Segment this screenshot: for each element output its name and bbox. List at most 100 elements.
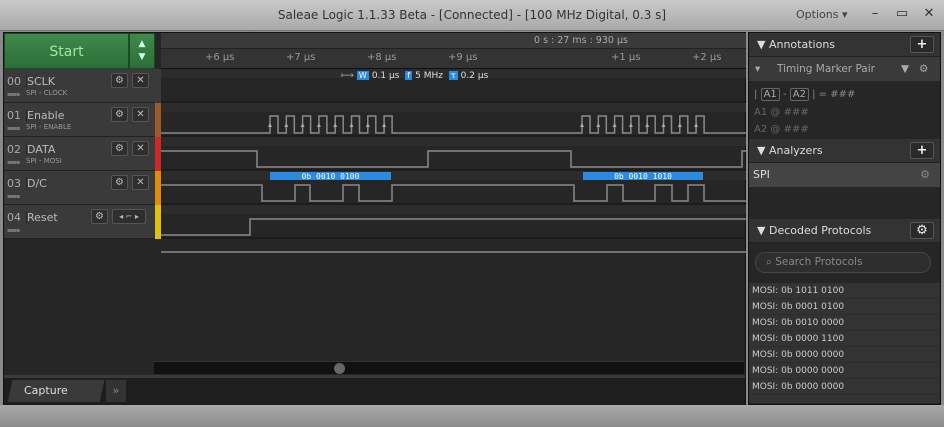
rising-edge-arrow-icon xyxy=(677,123,682,127)
analyzers-header[interactable]: ▼ Analyzers + xyxy=(749,139,940,163)
decoded-list[interactable]: MOSI: 0b 1011 0100 MOSI: 0b 0001 0100 MOSI… xyxy=(749,283,940,403)
horizontal-scrollbar[interactable] xyxy=(154,361,744,374)
channel-subtitle: SPI - MOSI xyxy=(26,157,62,165)
list-item[interactable]: MOSI: 0b 0001 0100 xyxy=(749,299,940,315)
channel-subtitle: SPI - CLOCK xyxy=(26,89,68,97)
period: 0.2 μs xyxy=(460,71,489,81)
capture-panel: Start ▲ ▼ 00 ▪▪▪▪ SCLK SPI - CLOCK ⚙ ✕ 01 … xyxy=(3,32,746,405)
analyzer-spi[interactable]: SPI ⚙ xyxy=(749,163,940,187)
channel-name[interactable]: DATA xyxy=(26,143,55,156)
channel-number: 03 xyxy=(7,177,21,190)
analyzer-label: SPI xyxy=(753,168,770,181)
gear-icon[interactable]: ⚙ xyxy=(919,57,928,81)
list-item[interactable]: MOSI: 0b 1011 0100 xyxy=(749,283,940,299)
waveform-area[interactable]: 0b 0010 0100 0b 0010 1010 xyxy=(161,69,746,369)
gear-icon[interactable]: ⚙ xyxy=(920,163,930,187)
rising-edge-arrow-icon xyxy=(694,123,699,127)
rising-edge-arrow-icon xyxy=(382,123,387,127)
rising-edge-arrow-icon xyxy=(365,123,370,127)
channel-name[interactable]: Enable xyxy=(26,109,64,122)
drag-handle-icon[interactable]: ▪▪▪▪ xyxy=(7,227,20,234)
channel-row[interactable]: 04 ▪▪▪▪ Reset ⚙ ◂ ⌐ ▸ xyxy=(4,205,155,239)
close-icon[interactable]: ✕ xyxy=(132,73,149,88)
width-icon: W xyxy=(356,71,369,80)
start-options-arrows[interactable]: ▲ ▼ xyxy=(129,33,155,69)
list-item[interactable]: MOSI: 0b 0000 0000 xyxy=(749,363,940,379)
rising-edge-arrow-icon xyxy=(316,123,321,127)
list-item[interactable]: MOSI: 0b 0000 1100 xyxy=(749,331,940,347)
row-header-band xyxy=(161,205,746,214)
channel-row[interactable]: 02 ▪▪▪▪ DATA SPI - MOSI ⚙ ✕ xyxy=(4,137,155,171)
drag-handle-icon[interactable]: ▪▪▪▪ xyxy=(7,193,20,200)
search-icon: ⌕ xyxy=(766,256,772,268)
rising-edge-arrow-icon xyxy=(645,123,650,127)
time-ruler[interactable]: 0 s : 27 ms : 930 μs +6 μs +7 μs +8 μs +… xyxy=(161,33,746,69)
channel-row[interactable]: 03 ▪▪▪▪ D/C ⚙ ✕ xyxy=(4,171,155,205)
annotations-header[interactable]: ▼ Annotations + xyxy=(749,33,940,57)
list-item[interactable]: MOSI: 0b 0000 0000 xyxy=(749,347,940,363)
search-protocols-input[interactable]: ⌕ Search Protocols xyxy=(755,252,931,273)
data-waveform xyxy=(161,184,746,202)
add-annotation-button[interactable]: + xyxy=(910,36,934,53)
capture-tab[interactable]: Capture xyxy=(7,380,105,402)
channel-subtitle: SPI - ENABLE xyxy=(26,123,72,131)
drag-handle-icon[interactable]: ▪▪▪▪ xyxy=(7,125,20,132)
row-header-band xyxy=(161,103,746,112)
rising-edge-arrow-icon xyxy=(596,123,601,127)
rising-edge-arrow-icon xyxy=(661,123,666,127)
dropdown-icon[interactable]: ▼ xyxy=(901,57,909,81)
channel-number: 02 xyxy=(7,143,21,156)
channel-number: 04 xyxy=(7,211,21,224)
tick-label: +6 μs xyxy=(205,52,235,63)
decoded-settings-button[interactable]: ⚙ xyxy=(910,222,934,239)
channel-row[interactable]: 00 ▪▪▪▪ SCLK SPI - CLOCK ⚙ ✕ xyxy=(4,69,155,103)
tick-label: +2 μs xyxy=(692,52,722,63)
close-icon[interactable]: ✕ xyxy=(132,107,149,122)
rising-edge-arrow-icon xyxy=(612,123,617,127)
marker-difference: | A1 - A2 | = ### xyxy=(754,88,856,101)
gear-icon[interactable]: ⚙ xyxy=(111,107,128,122)
minimize-button[interactable]: – xyxy=(862,4,888,24)
frequency: 5 MHz xyxy=(415,71,443,81)
decoded-header[interactable]: ▼ Decoded Protocols ⚙ xyxy=(749,219,940,243)
maximize-button[interactable]: ▭ xyxy=(889,4,915,24)
side-panel: ▼ Annotations + ▾ Timing Marker Pair ▼ ⚙ … xyxy=(748,32,941,405)
analyzers-title: Analyzers xyxy=(768,144,823,157)
enable-waveform xyxy=(161,150,746,168)
scroll-thumb[interactable] xyxy=(334,363,345,374)
list-item[interactable]: MOSI: 0b 0010 0000 xyxy=(749,315,940,331)
timing-marker-label: Timing Marker Pair xyxy=(777,63,875,75)
channel-name[interactable]: SCLK xyxy=(26,75,55,88)
drag-handle-icon[interactable]: ▪▪▪▪ xyxy=(7,91,20,98)
more-tabs-button[interactable]: » xyxy=(106,380,126,402)
close-button[interactable]: ✕ xyxy=(916,4,942,24)
tick-label: +9 μs xyxy=(448,52,478,63)
gear-icon[interactable]: ⚙ xyxy=(111,73,128,88)
channel-name[interactable]: D/C xyxy=(26,177,47,190)
options-menu[interactable]: Options ▾ xyxy=(796,8,847,21)
tick-label: +1 μs xyxy=(611,52,641,63)
rising-edge-arrow-icon xyxy=(333,123,338,127)
marker-icon: ▾ xyxy=(755,63,761,75)
list-item[interactable]: MOSI: 0b 0000 0000 xyxy=(749,379,940,395)
dc-waveform xyxy=(161,218,746,236)
tick-label: +8 μs xyxy=(367,52,397,63)
channel-name[interactable]: Reset xyxy=(26,211,58,224)
gear-icon[interactable]: ⚙ xyxy=(91,209,108,224)
marker-a2: A2 @ ### xyxy=(754,124,809,135)
start-button[interactable]: Start xyxy=(4,33,129,69)
gear-icon[interactable]: ⚙ xyxy=(111,175,128,190)
close-icon[interactable]: ✕ xyxy=(132,141,149,156)
row-header-band xyxy=(161,137,746,146)
channel-row[interactable]: 01 ▪▪▪▪ Enable SPI - ENABLE ⚙ ✕ xyxy=(4,103,155,137)
drag-handle-icon[interactable]: ▪▪▪▪ xyxy=(7,159,20,166)
marker-a1: A1 @ ### xyxy=(754,107,809,118)
channel-number: 01 xyxy=(7,109,21,122)
rising-edge-arrow-icon xyxy=(268,123,272,127)
trigger-icon[interactable]: ◂ ⌐ ▸ xyxy=(112,209,146,224)
gear-icon[interactable]: ⚙ xyxy=(111,141,128,156)
decoded-bar-label: 0b 0010 1010 xyxy=(614,172,672,181)
close-icon[interactable]: ✕ xyxy=(132,175,149,190)
add-analyzer-button[interactable]: + xyxy=(910,142,934,159)
timing-marker-row[interactable]: ▾ Timing Marker Pair ▼ ⚙ xyxy=(749,57,940,81)
